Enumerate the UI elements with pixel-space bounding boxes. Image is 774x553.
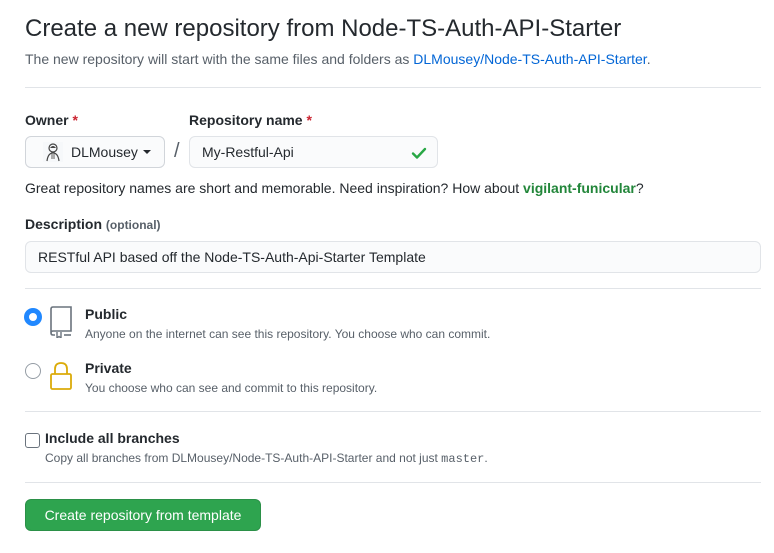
owner-value: DLMousey bbox=[71, 144, 138, 160]
private-title: Private bbox=[85, 360, 132, 376]
repo-icon bbox=[50, 306, 72, 338]
divider bbox=[25, 288, 761, 289]
page-subtitle: The new repository will start with the s… bbox=[25, 51, 651, 67]
private-note: You choose who can see and commit to thi… bbox=[85, 381, 378, 395]
chevron-down-icon bbox=[142, 150, 151, 154]
repo-name-label: Repository name * bbox=[189, 112, 312, 128]
public-note: Anyone on the internet can see this repo… bbox=[85, 327, 491, 341]
owner-label: Owner * bbox=[25, 112, 78, 128]
description-label: Description (optional) bbox=[25, 216, 161, 232]
owner-repo-separator: / bbox=[174, 140, 180, 162]
divider bbox=[25, 482, 761, 483]
create-repository-button[interactable]: Create repository from template bbox=[25, 499, 261, 531]
name-suggestion-link[interactable]: vigilant-funicular bbox=[523, 180, 636, 196]
name-hint: Great repository names are short and mem… bbox=[25, 180, 644, 196]
public-radio[interactable] bbox=[25, 309, 41, 325]
include-branches-checkbox[interactable] bbox=[25, 433, 40, 448]
description-input[interactable]: RESTful API based off the Node-TS-Auth-A… bbox=[25, 241, 761, 273]
private-radio[interactable] bbox=[25, 363, 41, 379]
divider bbox=[25, 87, 761, 88]
divider bbox=[25, 411, 761, 412]
include-branches-label[interactable]: Include all branches bbox=[45, 430, 180, 446]
public-title: Public bbox=[85, 306, 128, 322]
check-icon bbox=[411, 147, 427, 159]
owner-dropdown[interactable]: DLMousey bbox=[25, 136, 165, 168]
include-branches-note: Copy all branches from DLMousey/Node-TS-… bbox=[45, 451, 488, 466]
repo-name-input[interactable]: My-Restful-Api bbox=[189, 136, 438, 168]
avatar bbox=[43, 142, 63, 162]
page-title: Create a new repository from Node-TS-Aut… bbox=[25, 15, 622, 42]
template-link[interactable]: DLMousey/Node-TS-Auth-API-Starter bbox=[413, 51, 646, 67]
lock-icon bbox=[50, 362, 72, 390]
